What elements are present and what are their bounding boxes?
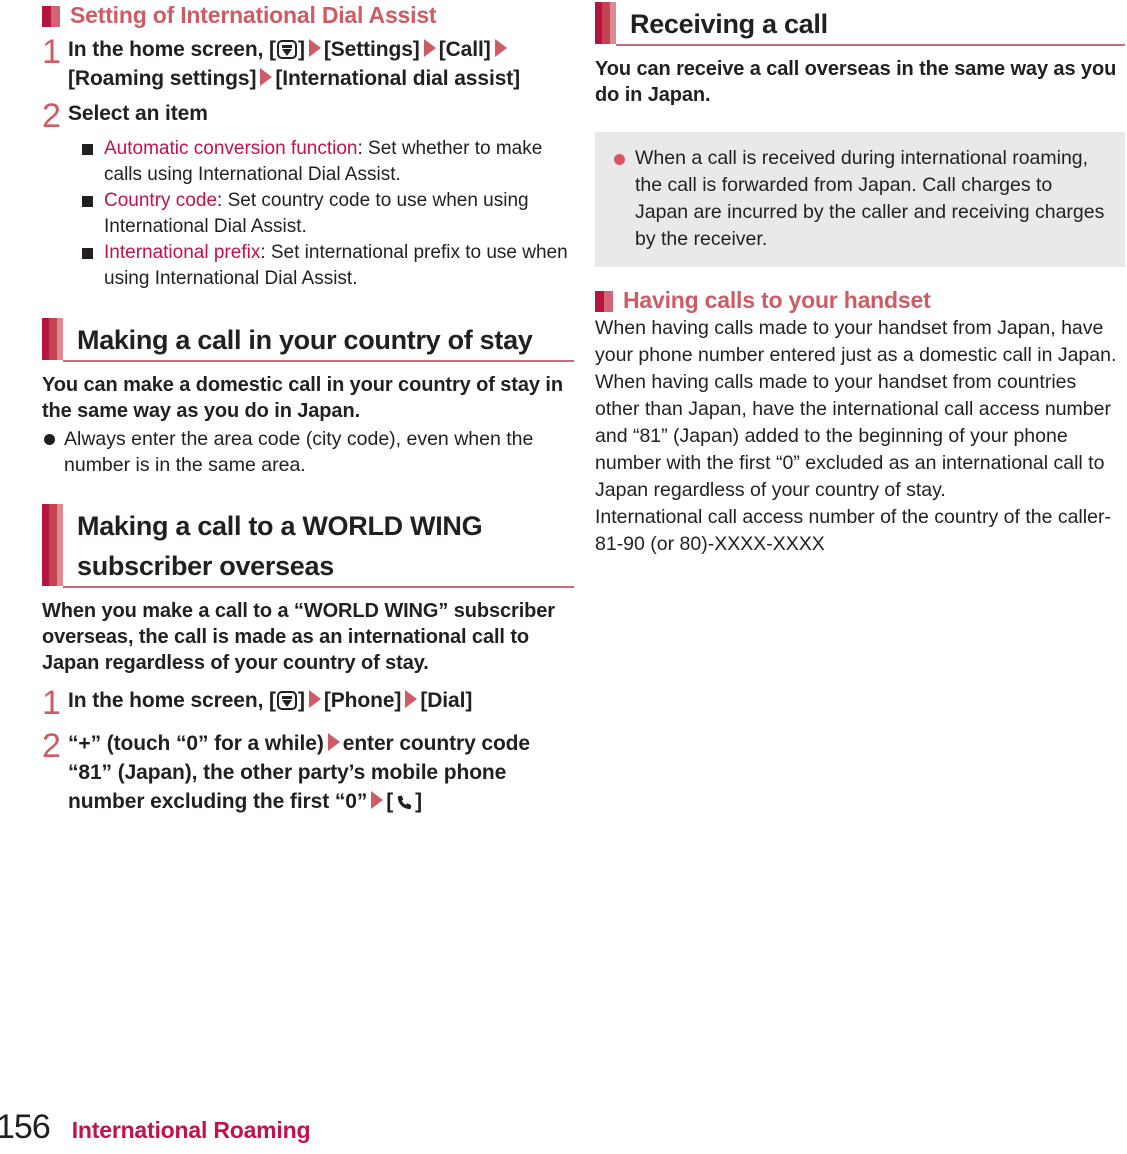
- section-receiving-a-call: Receiving a call: [595, 2, 1125, 46]
- left-column: Setting of International Dial Assist 1 I…: [42, 2, 574, 818]
- page-number: 156: [0, 1108, 51, 1146]
- option-key: Automatic conversion function: [104, 138, 358, 159]
- manual-page: Setting of International Dial Assist 1 I…: [0, 0, 1127, 1154]
- section-marker-icon: [42, 504, 63, 586]
- step-text-segment: In the home screen, [: [68, 38, 276, 61]
- section-divider: [616, 44, 1125, 46]
- step-1: 1 In the home screen, [] [Settings] [Call]…: [42, 35, 574, 93]
- step-instruction: In the home screen, [] [Settings] [Call] [R…: [68, 35, 574, 93]
- step-text-segment: [Roaming settings]: [68, 67, 257, 90]
- option-key: Country code: [104, 190, 218, 211]
- arrow-right-icon: [327, 733, 340, 751]
- subheading-label: Having calls to your handset: [623, 287, 931, 313]
- step-1: 1 In the home screen, [] [Phone] [Dial]: [42, 684, 574, 722]
- section-title: Making a call in your country of stay: [77, 325, 533, 355]
- section-marker-icon: [595, 2, 616, 44]
- arrow-right-icon: [371, 791, 384, 809]
- body-paragraph: When having calls made to your handset f…: [595, 317, 1117, 366]
- section-lead-text: You can receive a call overseas in the s…: [595, 58, 1117, 106]
- arrow-right-icon: [405, 690, 418, 708]
- step-text-segment: [Phone]: [323, 689, 402, 712]
- step-number: 2: [42, 727, 61, 765]
- subheading-dial-assist: Setting of International Dial Assist: [42, 2, 574, 29]
- step-text-segment: [: [386, 790, 394, 813]
- section-title: Receiving a call: [630, 9, 828, 39]
- step-text-segment: [Settings]: [323, 38, 420, 61]
- phone-handset-icon: [394, 791, 414, 811]
- body-paragraph: When having calls made to your handset f…: [595, 371, 1111, 501]
- arrow-right-icon: [494, 39, 507, 57]
- right-column: Receiving a call You can receive a call …: [595, 2, 1125, 818]
- section-marker-icon: [42, 318, 63, 360]
- section-making-call-country-of-stay: Making a call in your country of stay: [42, 318, 574, 362]
- step-text-segment: “+” (touch “0” for a while): [68, 732, 324, 755]
- step-instruction: In the home screen, [] [Phone] [Dial]: [68, 686, 574, 715]
- arrow-right-icon: [260, 68, 273, 86]
- step-text-segment: ]: [297, 689, 305, 712]
- arrow-right-icon: [308, 39, 321, 57]
- section-making-call-world-wing: Making a call to a WORLD WING subscriber…: [42, 504, 574, 588]
- section-divider: [63, 360, 574, 362]
- column-gutter: [574, 2, 594, 818]
- step-2-options-list: Automatic conversion function: Set wheth…: [82, 136, 574, 292]
- step-text-segment: In the home screen, [: [68, 689, 276, 712]
- body-paragraph: International call access number of the …: [595, 506, 1111, 555]
- subheading-marker-icon: [42, 6, 60, 27]
- step-instruction: “+” (touch “0” for a while) enter country…: [68, 729, 574, 816]
- arrow-right-icon: [308, 690, 321, 708]
- list-item: Always enter the area code (city code), …: [42, 426, 574, 478]
- step-instruction: Select an item: [68, 102, 208, 125]
- two-column-layout: Setting of International Dial Assist 1 I…: [0, 0, 1127, 818]
- step-text-segment: [Dial]: [420, 689, 473, 712]
- menu-key-icon: [276, 691, 297, 710]
- subheading-marker-icon: [595, 291, 613, 312]
- page-footer: 156 International Roaming: [0, 1108, 1127, 1146]
- step-number: 1: [42, 33, 61, 71]
- step-text-segment: ]: [415, 790, 423, 813]
- note-item: When a call is received during internati…: [611, 145, 1109, 253]
- step-number: 2: [42, 97, 61, 135]
- step-text-segment: [International dial assist]: [275, 67, 521, 90]
- note-box: When a call is received during internati…: [595, 132, 1125, 267]
- step-2: 2 “+” (touch “0” for a while) enter count…: [42, 729, 574, 816]
- section-lead-text: When you make a call to a “WORLD WING” s…: [42, 600, 555, 674]
- list-item: Automatic conversion function: Set wheth…: [82, 136, 574, 188]
- step-text-segment: [Call]: [438, 38, 491, 61]
- subheading-label: Setting of International Dial Assist: [70, 2, 437, 28]
- option-key: International prefix: [104, 242, 261, 263]
- section-divider: [63, 586, 574, 588]
- section-title: Making a call to a WORLD WING subscriber…: [77, 511, 483, 581]
- subheading-having-calls: Having calls to your handset: [595, 287, 1125, 314]
- arrow-right-icon: [423, 39, 436, 57]
- chapter-label: International Roaming: [71, 1117, 311, 1143]
- step-text-segment: ]: [297, 38, 305, 61]
- menu-key-icon: [276, 40, 297, 59]
- list-item: Country code: Set country code to use wh…: [82, 188, 574, 240]
- step-number: 1: [42, 684, 61, 722]
- step-2: 2 Select an item: [42, 97, 574, 135]
- section-lead-text: You can make a domestic call in your cou…: [42, 374, 563, 422]
- list-item: International prefix: Set international …: [82, 240, 574, 292]
